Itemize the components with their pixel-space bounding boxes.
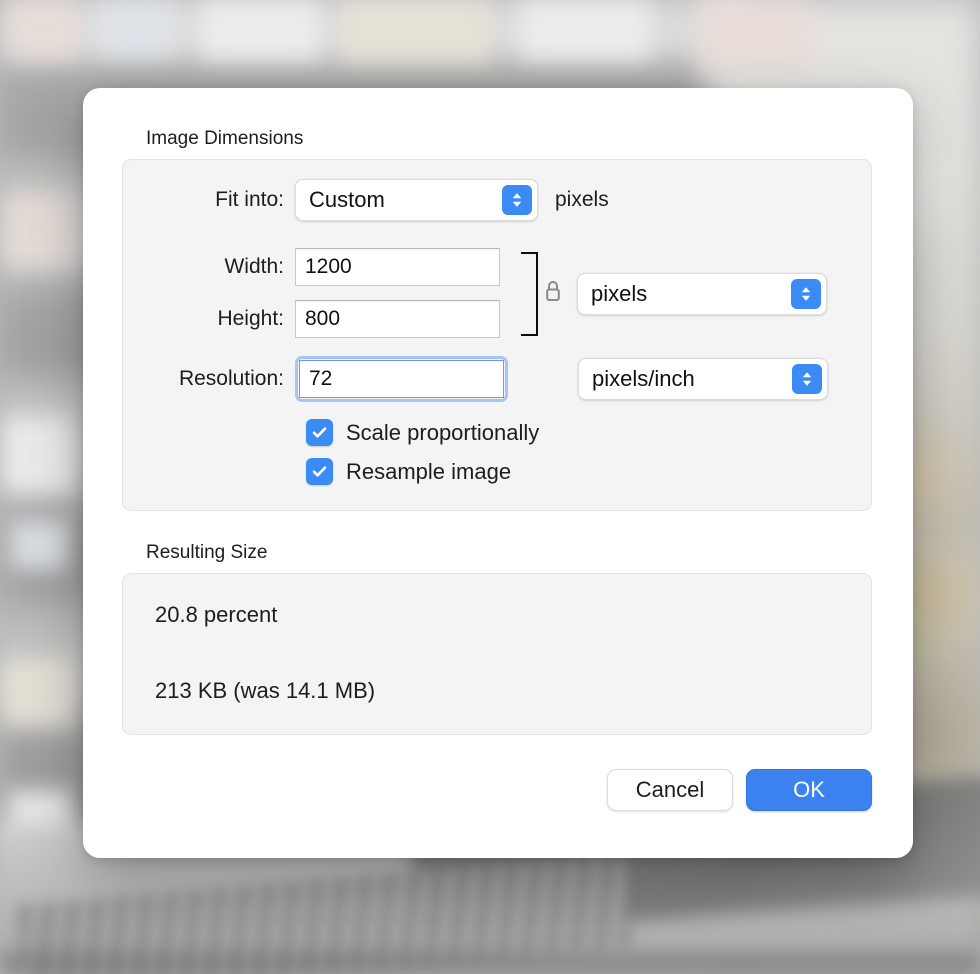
stepper-updown-icon[interactable] (791, 279, 821, 309)
background-picture-frame (520, 0, 650, 60)
resulting-filesize-text: 213 KB (was 14.1 MB) (155, 678, 376, 703)
resolution-row: Resolution: 72 pixels/inch (123, 356, 871, 402)
width-input[interactable]: 1200 (295, 248, 500, 286)
background-picture-frame (340, 0, 490, 62)
fit-into-value: Custom (309, 187, 385, 212)
dialog-footer: Cancel OK (83, 769, 872, 811)
stepper-updown-icon[interactable] (792, 364, 822, 394)
dimension-units-wrap: pixels (577, 273, 827, 315)
width-row: Width: 1200 (123, 248, 500, 286)
scale-proportionally-label: Scale proportionally (346, 419, 540, 445)
resample-image-checkbox[interactable] (306, 458, 333, 485)
fit-into-units-label: pixels (555, 188, 609, 211)
scale-proportionally-checkbox[interactable] (306, 419, 333, 446)
width-value: 1200 (305, 255, 352, 278)
background-picture-frame (6, 196, 72, 266)
background-picture-frame (2, 660, 74, 726)
resample-image-label: Resample image (346, 458, 512, 484)
background-desk-edge (0, 952, 980, 974)
resulting-percent-text: 20.8 percent (155, 602, 278, 627)
resolution-units-select[interactable]: pixels/inch (578, 358, 828, 400)
image-dimensions-group-box: Fit into: Custom pixels Width: 1200 Heig… (122, 159, 872, 511)
height-input[interactable]: 800 (295, 300, 500, 338)
checkmark-icon (312, 466, 327, 477)
resolution-label: Resolution: (178, 367, 284, 390)
resolution-units-value: pixels/inch (592, 366, 695, 391)
resolution-units-wrap: pixels/inch (578, 358, 828, 400)
dimension-units-value: pixels (591, 281, 648, 306)
fit-into-select[interactable]: Custom (295, 179, 538, 221)
height-value: 800 (305, 307, 341, 330)
resample-image-row[interactable]: Resample image (306, 458, 871, 485)
image-dimensions-group-title: Image Dimensions (146, 128, 304, 149)
image-size-dialog: Image Dimensions Fit into: Custom pixels… (83, 88, 913, 858)
fit-into-label: Fit into: (215, 188, 284, 211)
background-picture-frame (200, 0, 320, 60)
dimension-fields-column: Width: 1200 Height: 800 (123, 248, 500, 338)
lock-closed-icon[interactable] (543, 279, 563, 310)
ok-button[interactable]: OK (746, 769, 872, 811)
checkmark-icon (312, 427, 327, 438)
cancel-button[interactable]: Cancel (607, 769, 733, 811)
stepper-updown-icon[interactable] (502, 185, 532, 215)
background-picture-frame (8, 0, 78, 58)
resulting-size-group-title: Resulting Size (146, 542, 268, 563)
dimensions-block: Width: 1200 Height: 800 pixels (123, 248, 871, 340)
background-picture-frame (10, 520, 68, 570)
link-bracket-icon (521, 252, 538, 336)
dimension-units-select[interactable]: pixels (577, 273, 827, 315)
background-picture-frame (700, 0, 810, 72)
resolution-input[interactable]: 72 (299, 360, 504, 398)
width-label: Width: (224, 255, 284, 278)
resolution-focus-ring: 72 (295, 356, 508, 402)
resulting-size-group-box: 20.8 percent 213 KB (was 14.1 MB) (122, 573, 872, 735)
fit-into-row: Fit into: Custom pixels (123, 179, 871, 221)
scale-proportionally-row[interactable]: Scale proportionally (306, 419, 871, 446)
height-row: Height: 800 (123, 300, 500, 338)
background-picture-frame (96, 0, 176, 56)
aspect-ratio-link[interactable] (515, 248, 577, 340)
height-label: Height: (217, 307, 284, 330)
background-picture-frame (4, 418, 74, 492)
